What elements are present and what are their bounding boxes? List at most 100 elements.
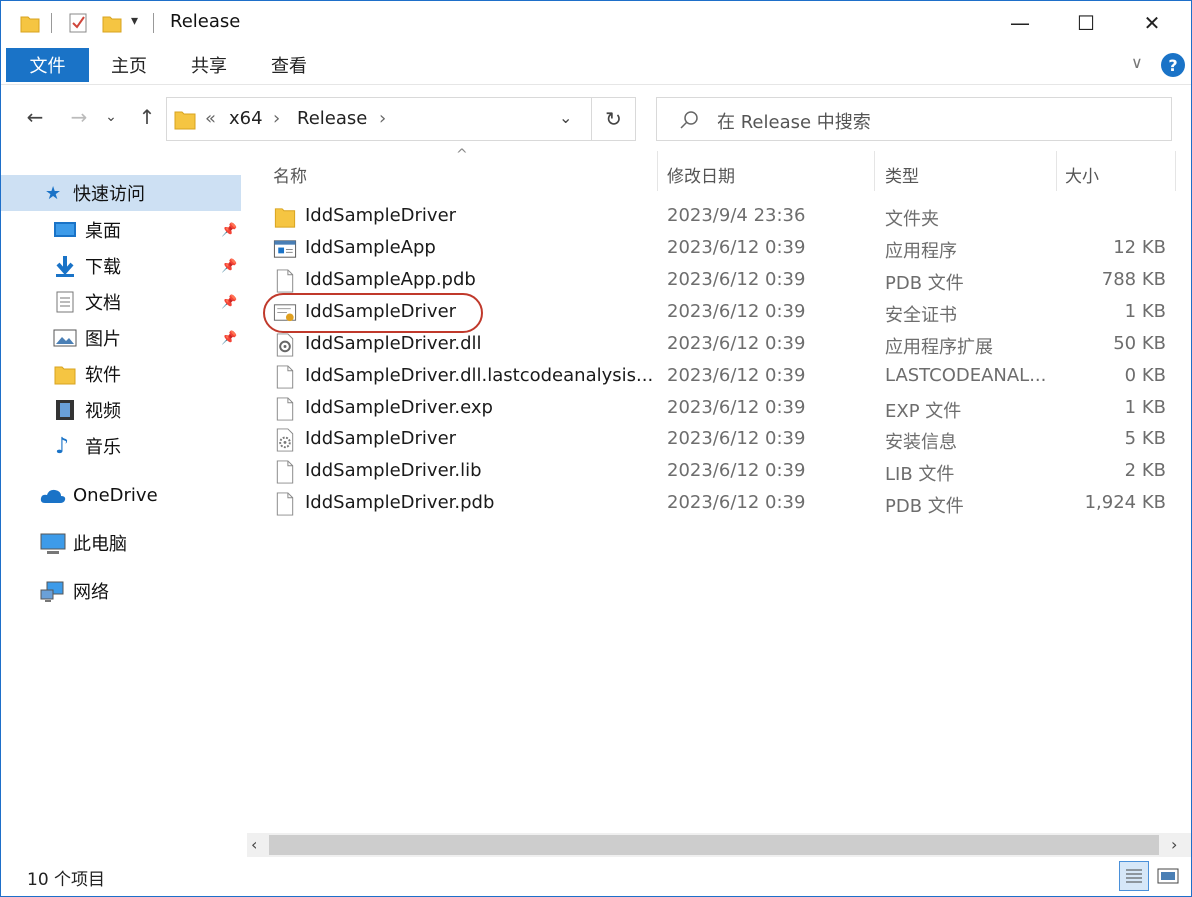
file-row[interactable]: IddSampleDriver 2023/9/4 23:36 文件夹: [263, 201, 1175, 233]
sidebar-item-label: 图片: [85, 329, 121, 350]
sidebar-item-label: 下载: [85, 257, 121, 278]
breadcrumb-x64[interactable]: x64: [229, 108, 263, 129]
arrow-right-icon: →: [70, 105, 88, 129]
column-header-type[interactable]: 类型: [885, 159, 1045, 189]
file-type: LIB 文件: [885, 464, 955, 485]
file-icon: [276, 397, 294, 421]
properties-icon[interactable]: [67, 11, 89, 35]
file-date: 2023/6/12 0:39: [667, 397, 806, 418]
breadcrumb-separator: ›: [273, 108, 281, 129]
quick-access-toolbar-dropdown[interactable]: ▾: [131, 13, 138, 29]
video-icon: [56, 400, 74, 420]
sidebar-item-label: 此电脑: [73, 534, 127, 555]
address-dropdown-chevron-icon[interactable]: ⌄: [559, 108, 572, 127]
file-row[interactable]: IddSampleDriver.pdb 2023/6/12 0:39 PDB 文件 1…: [263, 488, 1175, 520]
title-divider: [153, 13, 154, 33]
breadcrumb-release[interactable]: Release: [297, 108, 367, 129]
file-name: IddSampleDriver.exp: [305, 397, 493, 418]
address-bar[interactable]: « x64 › Release › ⌄: [166, 97, 592, 141]
column-divider[interactable]: [1175, 151, 1176, 191]
sidebar-item-network[interactable]: 网络: [1, 573, 241, 609]
sidebar-item-quick-access[interactable]: ★ 快速访问: [1, 175, 241, 211]
file-row[interactable]: IddSampleDriver.lib 2023/6/12 0:39 LIB 文件 2…: [263, 456, 1175, 488]
sidebar-item-label: OneDrive: [73, 484, 158, 506]
scrollbar-thumb[interactable]: [269, 835, 1159, 855]
file-row[interactable]: IddSampleDriver.dll.lastcodeanalysis... 2…: [263, 361, 1175, 393]
file-size: 0 KB: [1124, 365, 1166, 386]
pin-icon[interactable]: 📌: [221, 259, 237, 274]
sidebar-item-onedrive[interactable]: OneDrive: [1, 477, 241, 513]
computer-icon: [40, 533, 66, 554]
file-name: IddSampleDriver.lib: [305, 460, 482, 481]
file-name: IddSampleApp.pdb: [305, 269, 476, 290]
details-view-icon: [1126, 869, 1142, 883]
tab-file[interactable]: 文件: [6, 48, 89, 82]
pin-icon[interactable]: 📌: [221, 295, 237, 310]
file-name: IddSampleDriver: [305, 205, 457, 226]
tab-view[interactable]: 查看: [249, 48, 329, 82]
search-input[interactable]: 在 Release 中搜索: [717, 108, 871, 134]
back-button[interactable]: ←: [21, 101, 49, 133]
toolbar-divider: [51, 13, 52, 33]
ribbon-collapse-chevron-icon[interactable]: ∨: [1131, 53, 1143, 72]
sidebar-item-this-pc[interactable]: 此电脑: [1, 525, 241, 561]
column-header-name[interactable]: 名称: [273, 159, 653, 189]
minimize-button[interactable]: —: [987, 1, 1053, 45]
file-date: 2023/6/12 0:39: [667, 237, 806, 258]
file-name: IddSampleDriver.dll.lastcodeanalysis...: [305, 365, 654, 386]
file-date: 2023/9/4 23:36: [667, 205, 806, 226]
search-box[interactable]: 在 Release 中搜索: [656, 97, 1172, 141]
file-row[interactable]: IddSampleDriver.dll 2023/6/12 0:39 应用程序扩展 5…: [263, 329, 1175, 361]
file-type: 应用程序扩展: [885, 337, 993, 358]
large-icons-view-button[interactable]: [1153, 861, 1183, 891]
column-divider[interactable]: [657, 151, 658, 191]
folder-icon: [54, 366, 76, 385]
column-header-size[interactable]: 大小: [1065, 159, 1165, 189]
scroll-right-icon[interactable]: ›: [1171, 835, 1177, 854]
sidebar-item-documents[interactable]: 文档 📌: [1, 284, 241, 320]
help-icon[interactable]: ?: [1161, 53, 1185, 77]
file-type: 安装信息: [885, 432, 957, 453]
tab-home[interactable]: 主页: [89, 48, 169, 82]
recent-locations-dropdown[interactable]: ⌄: [101, 101, 121, 133]
network-icon: [40, 581, 64, 602]
file-size: 2 KB: [1124, 460, 1166, 481]
breadcrumb-overflow[interactable]: «: [205, 108, 216, 129]
sidebar-item-downloads[interactable]: 下载 📌: [1, 248, 241, 284]
horizontal-scrollbar[interactable]: ‹ ›: [247, 833, 1191, 857]
close-button[interactable]: ✕: [1119, 1, 1185, 45]
sidebar-item-pictures[interactable]: 图片 📌: [1, 320, 241, 356]
file-date: 2023/6/12 0:39: [667, 301, 806, 322]
forward-button[interactable]: →: [65, 101, 93, 133]
file-type: PDB 文件: [885, 273, 964, 294]
up-button[interactable]: ↑: [133, 101, 161, 133]
file-row[interactable]: IddSampleDriver 2023/6/12 0:39 安装信息 5 KB: [263, 424, 1175, 456]
sidebar-item-videos[interactable]: 视频: [1, 392, 241, 428]
pictures-icon: [53, 329, 77, 347]
file-name: IddSampleDriver.dll: [305, 333, 482, 354]
maximize-button[interactable]: ☐: [1053, 1, 1119, 45]
pin-icon[interactable]: 📌: [221, 223, 237, 238]
file-size: 1 KB: [1124, 301, 1166, 322]
file-type: 应用程序: [885, 241, 957, 262]
chevron-down-icon: ⌄: [105, 109, 117, 125]
column-header-date[interactable]: 修改日期: [667, 159, 867, 189]
file-date: 2023/6/12 0:39: [667, 460, 806, 481]
sidebar-item-music[interactable]: ♪ 音乐: [1, 428, 241, 464]
folder-icon: [20, 16, 40, 33]
file-size: 5 KB: [1124, 428, 1166, 449]
file-row[interactable]: IddSampleApp 2023/6/12 0:39 应用程序 12 KB: [263, 233, 1175, 265]
column-divider[interactable]: [874, 151, 875, 191]
sidebar-item-desktop[interactable]: 桌面 📌: [1, 212, 241, 248]
new-folder-icon[interactable]: [101, 11, 123, 35]
scroll-left-icon[interactable]: ‹: [251, 835, 257, 854]
sidebar-item-software[interactable]: 软件: [1, 356, 241, 392]
pin-icon[interactable]: 📌: [221, 331, 237, 346]
details-view-button[interactable]: [1119, 861, 1149, 891]
refresh-button[interactable]: ↻: [592, 97, 636, 141]
column-divider[interactable]: [1056, 151, 1057, 191]
large-icons-view-icon: [1157, 868, 1179, 884]
file-row[interactable]: IddSampleDriver.exp 2023/6/12 0:39 EXP 文件 1…: [263, 393, 1175, 425]
sidebar-item-label: 桌面: [85, 221, 121, 242]
tab-share[interactable]: 共享: [169, 48, 249, 82]
